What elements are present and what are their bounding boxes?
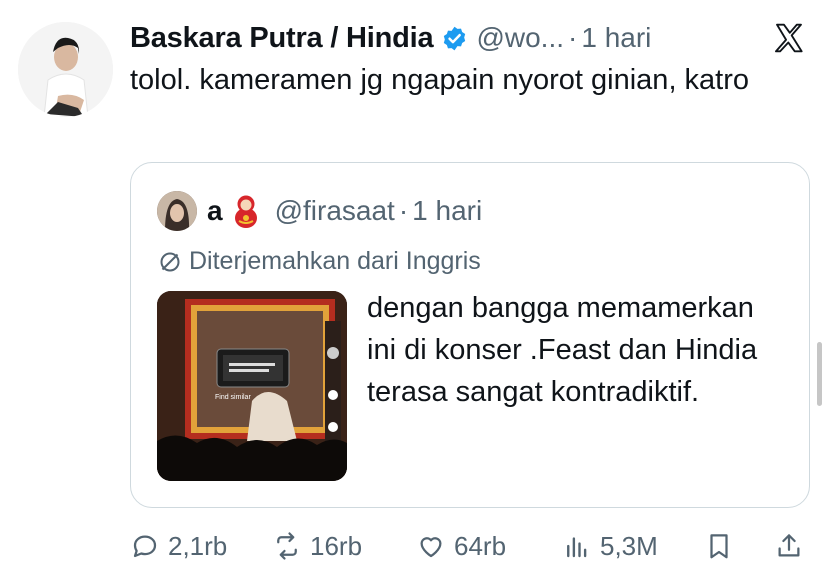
matryoshka-doll-icon — [233, 193, 259, 229]
views-count: 5,3M — [600, 530, 658, 561]
translate-icon — [160, 252, 180, 271]
tweet-text: tolol. kameramen jg ngapain nyorot ginia… — [130, 64, 750, 96]
quote-time[interactable]: 1 hari — [412, 195, 482, 227]
quote-author-handle[interactable]: @firasaat — [275, 195, 395, 227]
repost-count: 16rb — [310, 530, 363, 561]
author-avatar[interactable] — [18, 22, 113, 117]
share-icon — [778, 534, 800, 557]
views-button[interactable]: 5,3M — [562, 531, 658, 562]
reply-button[interactable]: 2,1rb — [130, 531, 227, 562]
quote-media-thumbnail[interactable]: Find similar — [157, 291, 347, 481]
share-button[interactable] — [774, 531, 812, 561]
quote-text: dengan bangga memamerkan ini di konser .… — [367, 292, 758, 408]
quote-author-avatar[interactable] — [157, 191, 197, 231]
quote-header: a @firasaat · 1 hari — [157, 191, 482, 231]
tweet-actions-bar: 2,1rb 16rb 64rb 5,3M — [130, 524, 810, 568]
like-button[interactable]: 64rb — [416, 531, 506, 562]
translated-notice[interactable]: Diterjemahkan dari Inggris — [159, 247, 481, 276]
verified-badge-icon — [441, 25, 468, 52]
reply-count: 2,1rb — [168, 530, 228, 561]
quote-author-name[interactable]: a — [207, 195, 223, 227]
bookmark-icon — [710, 534, 728, 559]
tweet-header: Baskara Putra / Hindia @wo... · 1 hari — [130, 18, 651, 58]
author-name[interactable]: Baskara Putra / Hindia — [130, 22, 434, 55]
tweet-time[interactable]: 1 hari — [581, 22, 651, 54]
translated-label: Diterjemahkan dari Inggris — [189, 247, 481, 275]
reply-icon — [133, 535, 157, 558]
header-separator: · — [568, 22, 578, 53]
repost-button[interactable]: 16rb — [272, 531, 362, 562]
bookmark-button[interactable] — [704, 531, 742, 561]
quoted-tweet[interactable]: a @firasaat · 1 hari Diterjemahkan dari … — [130, 162, 810, 508]
scrollbar-thumb[interactable] — [817, 342, 822, 406]
x-logo-icon[interactable] — [772, 22, 806, 54]
repost-icon — [277, 532, 297, 560]
find-similar-label[interactable]: Find similar — [215, 394, 251, 401]
views-icon — [567, 537, 587, 558]
like-count: 64rb — [454, 530, 507, 561]
quote-header-separator: · — [398, 195, 409, 226]
author-handle[interactable]: @wo... — [476, 22, 564, 54]
like-icon — [420, 537, 442, 558]
